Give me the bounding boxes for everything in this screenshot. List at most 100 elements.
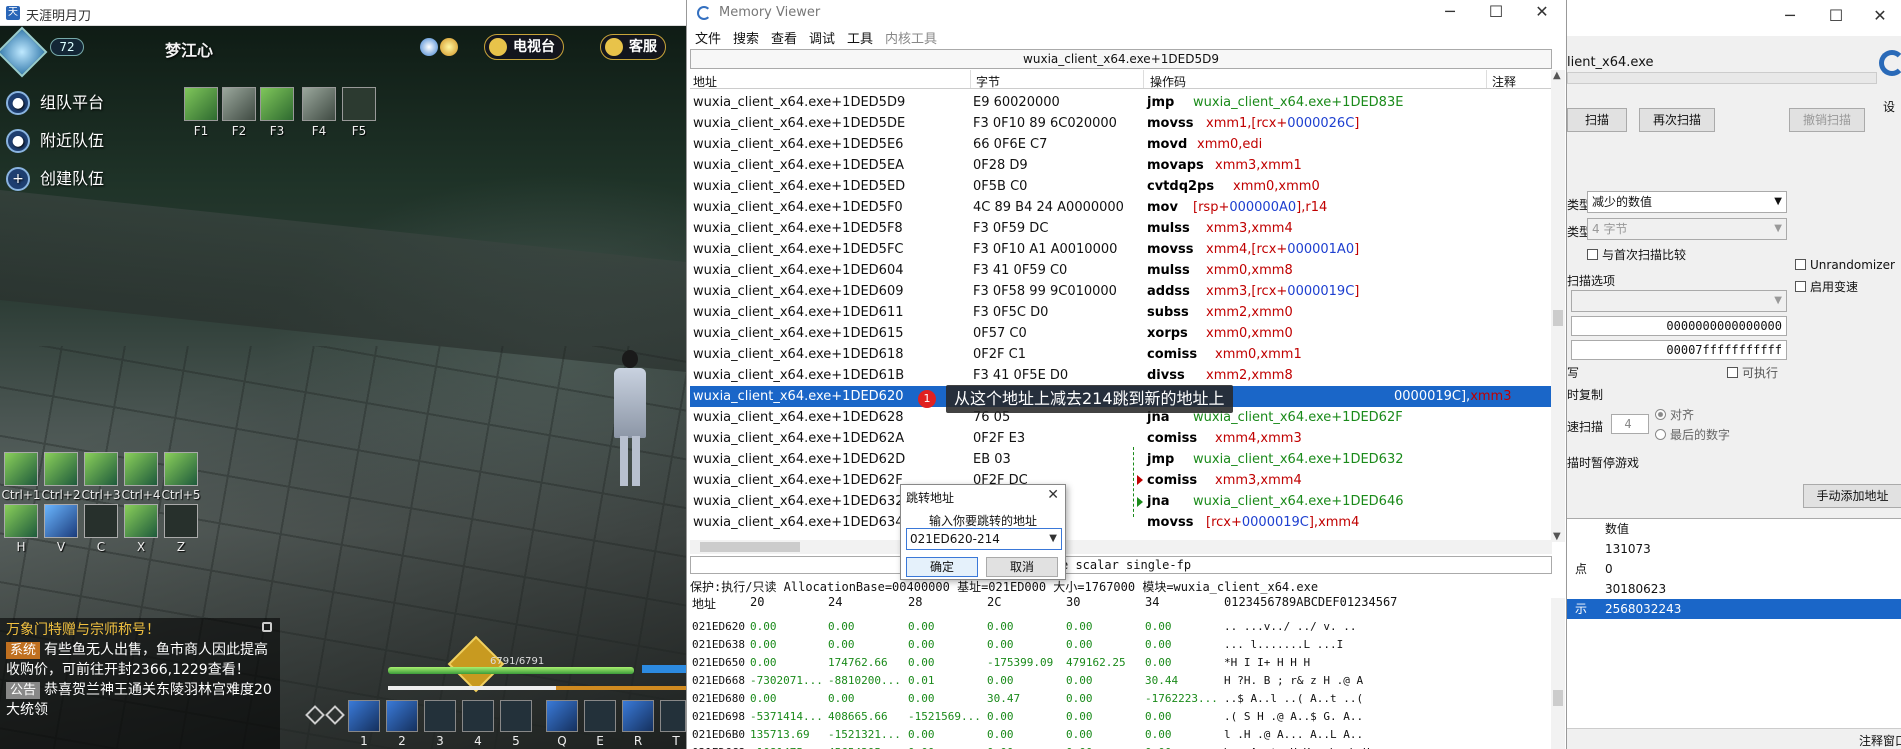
col-bytes[interactable]: 字节 (976, 73, 1000, 90)
cheat-engine-main-window[interactable]: ─ ☐ ✕ lient_x64.exe 设 扫描 再次扫描 撤销扫描 类型 减少… (1566, 0, 1901, 749)
x-skill[interactable] (124, 504, 158, 538)
c-skill[interactable] (84, 504, 118, 538)
lock-icon[interactable] (262, 622, 272, 632)
dialog-close-icon[interactable]: ✕ (1047, 487, 1059, 503)
hex-row[interactable]: 021ED638 0.00 0.00 0.00 0.00 0.00 0.00 ... l...… (690, 636, 1552, 654)
hex-row[interactable]: 021ED668 -7302071... -8810200... 0.01 0.00 0.… (690, 672, 1552, 690)
memory-viewer-window[interactable]: Memory Viewer ─ ☐ ✕ 文件 搜索 查看 调试 工具 内核工具 … (686, 0, 1566, 749)
address-list[interactable]: 数值 131073 点 0 30180623 示 2568032243 (1567, 518, 1901, 728)
hotbar-slot-2[interactable] (386, 700, 418, 732)
game-titlebar[interactable]: 天 天涯明月刀 (0, 0, 686, 26)
disasm-row[interactable]: wuxia_client_x64.exe+1DED609 F3 0F58 99 9… (690, 281, 1552, 302)
hex-row[interactable]: 021ED698 -5371414... 408665.66 -1521569... 0… (690, 708, 1552, 726)
disasm-row[interactable]: wuxia_client_x64.exe+1DED604 F3 41 0F59 C… (690, 260, 1552, 281)
menu-file[interactable]: 文件 (695, 28, 721, 47)
hotbar-slot-3[interactable] (424, 700, 456, 732)
hex-dump[interactable]: 021ED620 0.00 0.00 0.00 0.00 0.00 0.00 .. ...v.… (690, 618, 1552, 749)
unrandomizer-checkbox[interactable]: Unrandomizer (1795, 258, 1895, 272)
col-value[interactable]: 数值 (1605, 519, 1629, 539)
disasm-row[interactable]: wuxia_client_x64.exe+1DED5F0 4C 89 B4 24 … (690, 197, 1552, 218)
writable-label[interactable]: 写 (1567, 364, 1579, 381)
ctrl3-skill[interactable] (84, 452, 118, 486)
copy-on-write-label[interactable]: 时复制 (1567, 386, 1603, 403)
disasm-row[interactable]: wuxia_client_x64.exe+1DED62F 0F2F DC comis… (690, 470, 1552, 491)
tv-station-button[interactable]: 电视台 (484, 34, 564, 60)
comment-window-label[interactable]: 注释窗口 (1859, 732, 1901, 749)
col-address[interactable]: 地址 (693, 73, 717, 90)
menu-debug[interactable]: 调试 (809, 28, 835, 47)
add-address-manually-button[interactable]: 手动添加地址 (1803, 484, 1901, 508)
ce-close-button[interactable]: ✕ (1857, 6, 1901, 28)
game-window[interactable]: 天 天涯明月刀 72 梦江心 电视台 客服 ● 组队平台 ● 附近队伍 + 创建… (0, 0, 686, 749)
ce-logo-icon[interactable] (1879, 50, 1901, 94)
ctrl4-skill[interactable] (124, 452, 158, 486)
executable-checkbox[interactable]: 可执行 (1727, 364, 1778, 381)
hotbar-slot-r[interactable] (622, 700, 654, 732)
list-item[interactable]: 30180623 (1567, 579, 1901, 599)
disasm-row[interactable]: wuxia_client_x64.exe+1DED62D EB 03 jmp wuxi… (690, 449, 1552, 470)
buff-orbs[interactable] (420, 36, 464, 58)
cancel-button[interactable]: 取消 (986, 557, 1058, 577)
ce-minimize-button[interactable]: ─ (1767, 6, 1813, 28)
memory-region-select[interactable]: ▼ (1571, 290, 1787, 312)
compare-first-checkbox[interactable]: 与首次扫描比较 (1587, 246, 1686, 263)
hotbar-slot-e[interactable] (584, 700, 616, 732)
hex-row[interactable]: 021ED680 0.00 0.00 0.00 30.47 0.00 -1762223...… (690, 690, 1552, 708)
value-type-select[interactable]: 4 字节 ▼ (1587, 218, 1787, 240)
nearby-team-button[interactable]: ● 附近队伍 (4, 128, 104, 154)
disasm-row[interactable]: wuxia_client_x64.exe+1DED5ED 0F5B C0 cvtdq… (690, 176, 1552, 197)
last-digits-radio[interactable]: 最后的数字 (1655, 426, 1730, 443)
player-character[interactable] (610, 350, 650, 490)
f3-slot[interactable] (260, 87, 294, 121)
hotbar-slot-1[interactable] (348, 700, 380, 732)
undo-scan-button[interactable]: 撤销扫描 (1789, 108, 1865, 132)
disasm-row[interactable]: wuxia_client_x64.exe+1DED634010000movss[… (690, 512, 1552, 533)
settings-label[interactable]: 设 (1883, 98, 1895, 115)
menu-kernel-tools[interactable]: 内核工具 (885, 28, 937, 47)
disasm-row[interactable]: wuxia_client_x64.exe+1DED611 F3 0F5C D0 su… (690, 302, 1552, 323)
next-scan-button[interactable]: 再次扫描 (1639, 108, 1715, 132)
z-skill[interactable] (164, 504, 198, 538)
start-address-field[interactable]: 0000000000000000 (1571, 316, 1787, 336)
hex-row[interactable]: 021ED650 0.00 174762.66 0.00 -175399.09 47916… (690, 654, 1552, 672)
disasm-row[interactable]: wuxia_client_x64.exe+1DED5DE F3 0F10 89 6… (690, 113, 1552, 134)
chat-panel[interactable]: 万象门特赠与宗师称号！ 系统 有些鱼无人出售，鱼市商人因此提高收购价，可前往开封2… (0, 618, 280, 749)
create-team-button[interactable]: + 创建队伍 (4, 166, 104, 192)
disasm-vscrollbar[interactable]: ▲ ▼ (1551, 70, 1565, 542)
v-skill[interactable] (44, 504, 78, 538)
hex-row[interactable]: 021ED620 0.00 0.00 0.00 0.00 0.00 0.00 .. ...v.… (690, 618, 1552, 636)
align-radio[interactable]: 对齐 (1655, 406, 1694, 423)
f1-slot[interactable] (184, 87, 218, 121)
disasm-row[interactable]: wuxia_client_x64.exe+1DED5EA 0F28 D9 movap… (690, 155, 1552, 176)
minimize-button[interactable]: ─ (1427, 2, 1473, 24)
hotbar-slot-5[interactable] (500, 700, 532, 732)
list-item-selected[interactable]: 示 2568032243 (1567, 599, 1901, 619)
disasm-row[interactable]: wuxia_client_x64.exe+1DED5E6 66 0F6E C7 mo… (690, 134, 1552, 155)
fast-scan-value[interactable]: 4 (1611, 414, 1649, 434)
ce-titlebar[interactable]: ─ ☐ ✕ (1567, 0, 1901, 36)
end-address-field[interactable]: 00007fffffffffff (1571, 340, 1787, 360)
close-button[interactable]: ✕ (1519, 2, 1565, 24)
disasm-row[interactable]: wuxia_client_x64.exe+1DED632 jna wuxia_cli… (690, 491, 1552, 512)
disasm-row[interactable]: wuxia_client_x64.exe+1DED615 0F57 C0 xorps… (690, 323, 1552, 344)
goto-address-input[interactable]: 021ED620-214 ▼ (906, 528, 1062, 550)
f5-slot[interactable] (342, 87, 376, 121)
disasm-row[interactable]: wuxia_client_x64.exe+1DED5D9 E9 60020000 j… (690, 92, 1552, 113)
list-item[interactable]: 点 0 (1567, 559, 1901, 579)
fast-scan-label[interactable]: 速扫描 (1567, 418, 1603, 435)
speedhack-checkbox[interactable]: 启用变速 (1795, 278, 1858, 295)
hotbar-slot-t[interactable] (660, 700, 686, 732)
ctrl5-skill[interactable] (164, 452, 198, 486)
maximize-button[interactable]: ☐ (1473, 2, 1519, 24)
col-comment[interactable]: 注释 (1492, 73, 1516, 90)
menu-tools[interactable]: 工具 (847, 28, 873, 47)
disasm-row[interactable]: wuxia_client_x64.exe+1DED62A 0F2F E3 comis… (690, 428, 1552, 449)
disasm-row[interactable]: wuxia_client_x64.exe+1DED61B F3 41 0F5E D… (690, 365, 1552, 386)
disasm-row[interactable]: wuxia_client_x64.exe+1DED618 0F2F C1 comis… (690, 344, 1552, 365)
memory-viewer-titlebar[interactable]: Memory Viewer ─ ☐ ✕ (687, 0, 1566, 26)
hex-row[interactable]: 021ED6C8 -1081475... 45654305... 0.00 0.00 0.… (690, 744, 1552, 749)
first-scan-button[interactable]: 扫描 (1567, 108, 1627, 132)
col-opcode[interactable]: 操作码 (1150, 73, 1186, 90)
hex-vscrollbar[interactable] (1551, 598, 1565, 749)
disasm-row[interactable]: wuxia_client_x64.exe+1DED5F8 F3 0F59 DC mu… (690, 218, 1552, 239)
